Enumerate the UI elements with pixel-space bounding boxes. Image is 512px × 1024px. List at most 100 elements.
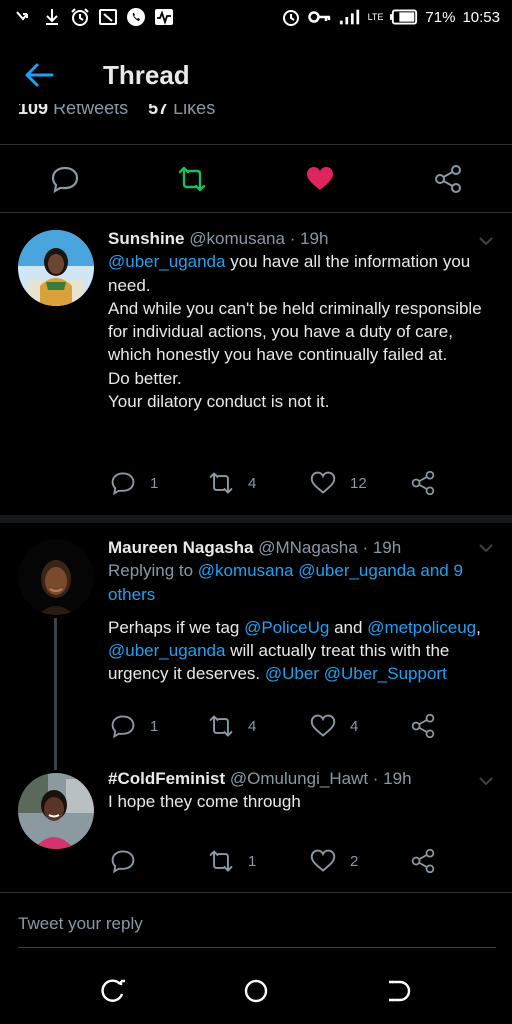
system-nav-bar xyxy=(0,960,512,1024)
avatar[interactable] xyxy=(18,230,94,306)
back-nav-icon[interactable] xyxy=(386,978,412,1004)
tweet-author-name[interactable]: Maureen Nagasha xyxy=(108,538,254,557)
retweet-button[interactable]: 4 xyxy=(208,470,256,496)
avatar[interactable] xyxy=(18,539,94,615)
reply-input[interactable] xyxy=(18,914,496,934)
like-count: 4 xyxy=(350,717,359,735)
signal-icon xyxy=(339,9,359,25)
tweet-maureen-nagasha[interactable]: Maureen Nagasha @MNagasha · 19h Replying… xyxy=(0,523,512,763)
tweet-author-name[interactable]: #ColdFeminist xyxy=(108,769,225,788)
mention-link[interactable]: @Uber xyxy=(265,664,319,683)
reply-icon[interactable] xyxy=(50,164,80,194)
battery-icon xyxy=(390,9,418,25)
whatsapp-icon xyxy=(127,8,145,26)
mention-link[interactable]: @Uber_Support xyxy=(324,664,447,683)
download-icon xyxy=(46,9,58,25)
recent-apps-icon[interactable] xyxy=(100,978,126,1004)
reply-count: 1 xyxy=(150,474,159,492)
retweet-icon xyxy=(209,472,233,494)
reply-button[interactable]: 1 xyxy=(110,470,158,496)
tweet-sunshine[interactable]: Sunshine @komusana · 19h @uber_uganda yo… xyxy=(0,212,512,515)
replying-to: Replying to @komusana @uber_uganda and 9… xyxy=(108,559,498,606)
tweet-text-segment: , xyxy=(476,617,481,637)
tweet-text: I hope they come through xyxy=(108,792,301,812)
likes-label: Likes xyxy=(173,104,216,118)
retweets-count[interactable]: 109 xyxy=(18,104,48,118)
mention-link[interactable]: @PoliceUg xyxy=(244,618,329,637)
retweet-count: 1 xyxy=(248,852,257,870)
tweet-timestamp: · 19h xyxy=(372,769,412,788)
divider xyxy=(0,892,512,893)
like-button[interactable]: 12 xyxy=(310,470,367,496)
main-tweet-stats: 109 Retweets 57 Likes xyxy=(18,104,218,120)
page-title: Thread xyxy=(103,60,190,90)
share-button[interactable] xyxy=(410,848,436,874)
chevron-down-icon[interactable] xyxy=(478,776,494,786)
alarm-icon xyxy=(282,10,299,26)
screenshot-icon xyxy=(99,9,117,25)
tweet-author-handle[interactable]: @komusana xyxy=(189,229,285,248)
like-count: 12 xyxy=(350,474,367,492)
retweet-button[interactable]: 1 xyxy=(208,848,256,874)
tweet-actions: 1 4 4 xyxy=(108,713,448,743)
retweet-icon xyxy=(209,715,233,737)
like-button[interactable]: 4 xyxy=(310,713,358,739)
missed-call-icon xyxy=(16,11,28,21)
activity-icon xyxy=(155,9,173,25)
share-icon xyxy=(411,848,435,874)
share-button[interactable] xyxy=(410,470,436,496)
tweet-coldfeminist[interactable]: #ColdFeminist @Omulungi_Hawt · 19h I hop… xyxy=(0,763,512,891)
home-icon[interactable] xyxy=(243,978,269,1004)
mention-link[interactable]: @metpoliceug xyxy=(367,618,476,637)
like-button[interactable]: 2 xyxy=(310,848,358,874)
tweet-text: @uber_uganda you have all the informatio… xyxy=(108,250,498,297)
tweet-timestamp: · 19h xyxy=(289,229,329,248)
avatar[interactable] xyxy=(18,773,94,849)
chevron-down-icon[interactable] xyxy=(478,236,494,246)
retweets-label: Retweets xyxy=(53,104,129,118)
network-type: LTE xyxy=(367,12,384,22)
status-bar-notifications xyxy=(14,7,174,27)
share-button[interactable] xyxy=(410,713,436,739)
tweet-text-line: And while you can't be held criminally r… xyxy=(108,298,482,365)
thread-header: Thread xyxy=(0,50,512,100)
tweet-actions: 1 4 12 xyxy=(108,470,448,500)
reply-button[interactable] xyxy=(110,848,150,874)
clock: 10:53 xyxy=(462,8,500,26)
share-icon[interactable] xyxy=(433,164,463,194)
share-icon xyxy=(411,470,435,496)
retweet-icon xyxy=(209,850,233,872)
status-bar-system: LTE 71% 10:53 xyxy=(281,7,500,27)
heart-icon[interactable] xyxy=(305,164,335,194)
retweet-count: 4 xyxy=(248,717,257,735)
reply-icon xyxy=(111,472,135,496)
tweet-author-handle[interactable]: @MNagasha xyxy=(258,538,357,557)
chevron-down-icon[interactable] xyxy=(478,543,494,553)
main-tweet-actions xyxy=(0,148,512,210)
tweet-text-line: Your dilatory conduct is not it. xyxy=(108,392,330,412)
mention-link[interactable]: @uber_uganda xyxy=(108,252,225,271)
reply-composer xyxy=(18,914,496,948)
alarm-icon xyxy=(71,8,89,26)
tweet-actions: 1 2 xyxy=(108,848,448,878)
reply-icon xyxy=(111,850,135,874)
key-icon xyxy=(307,11,330,23)
like-count: 2 xyxy=(350,852,359,870)
heart-icon xyxy=(310,714,336,737)
reply-icon xyxy=(111,715,135,739)
tweet-text-line: Do better. xyxy=(108,368,182,388)
retweet-count: 4 xyxy=(248,474,257,492)
tweet-author-name[interactable]: Sunshine xyxy=(108,229,185,248)
tweet-author-handle[interactable]: @Omulungi_Hawt xyxy=(230,769,368,788)
heart-icon xyxy=(310,849,336,872)
retweet-icon[interactable] xyxy=(177,164,207,194)
share-icon xyxy=(411,713,435,739)
likes-count[interactable]: 57 xyxy=(148,104,168,118)
divider xyxy=(0,144,512,145)
mention-link[interactable]: @uber_uganda xyxy=(108,641,225,660)
tweet-text: Perhaps if we tag @PoliceUg and @metpoli… xyxy=(108,616,498,686)
reply-button[interactable]: 1 xyxy=(110,713,158,739)
heart-icon xyxy=(310,471,336,494)
back-arrow-icon[interactable] xyxy=(24,62,54,88)
retweet-button[interactable]: 4 xyxy=(208,713,256,739)
